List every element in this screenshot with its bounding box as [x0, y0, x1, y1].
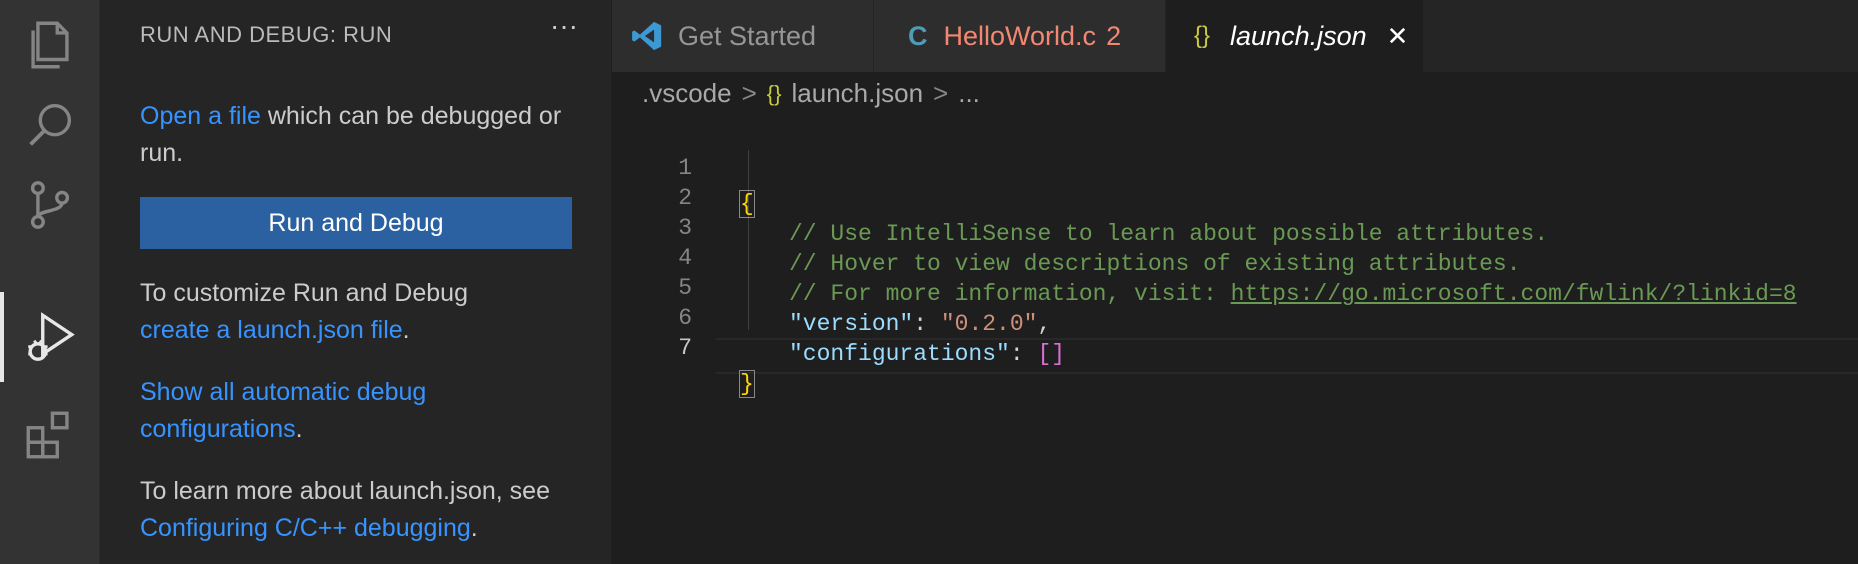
source-control-button[interactable] [0, 160, 100, 250]
run-debug-button[interactable] [0, 292, 100, 382]
close-icon[interactable]: ✕ [1387, 21, 1409, 52]
tab-launch-json[interactable]: {} launch.json ✕ [1166, 0, 1424, 72]
chevron-right-icon: > [933, 78, 949, 108]
show-all-paragraph: Show all automatic debug configurations. [140, 374, 470, 448]
breadcrumb: .vscode > {} launch.json > ... [642, 78, 980, 109]
editor-tab-bar: Get Started C HelloWorld.c 2 {} launch.j… [612, 0, 1858, 72]
sidebar-title: RUN AND DEBUG: RUN [140, 22, 393, 47]
chevron-right-icon: > [741, 78, 757, 108]
show-all-configurations-link[interactable]: Show all automatic debug configurations [140, 378, 426, 443]
run-and-debug-button[interactable]: Run and Debug [140, 197, 572, 249]
line-number: 7 [678, 335, 692, 361]
learn-more-paragraph: To learn more about launch.json, see Con… [140, 473, 580, 547]
period: . [402, 316, 410, 344]
run-debug-icon [28, 312, 75, 361]
breadcrumb-symbol[interactable]: ... [958, 78, 980, 109]
search-button[interactable] [0, 80, 100, 170]
customize-text: To customize Run and Debug [140, 279, 468, 307]
tab-label: HelloWorld.c [943, 20, 1097, 51]
problem-count-badge: 2 [1106, 20, 1122, 51]
source-control-icon [30, 181, 70, 229]
period: . [295, 415, 303, 443]
code-line: 7 } [612, 294, 1858, 398]
learn-more-text: To learn more about launch.json, see [140, 477, 550, 505]
json-icon: {} [766, 80, 782, 106]
activity-bar [0, 0, 100, 564]
customize-paragraph: To customize Run and Debug create a laun… [140, 275, 580, 349]
vscode-logo-icon [632, 21, 662, 51]
colon: : [1009, 341, 1038, 367]
breadcrumb-file[interactable]: launch.json [792, 78, 924, 109]
open-file-paragraph: Open a file which can be debugged or run… [140, 98, 580, 172]
create-launch-json-link[interactable]: create a launch.json file [140, 316, 403, 344]
run-debug-sidebar: RUN AND DEBUG: RUN ··· Open a file which… [100, 0, 612, 564]
tab-get-started[interactable]: Get Started [612, 0, 874, 72]
search-icon [29, 103, 72, 146]
c-file-icon: C [908, 20, 928, 51]
tab-label: launch.json [1230, 20, 1367, 51]
extensions-icon [26, 411, 69, 459]
tab-helloworld-c[interactable]: C HelloWorld.c 2 [874, 0, 1166, 72]
breadcrumb-folder[interactable]: .vscode [642, 78, 732, 109]
tab-label: Get Started [678, 20, 817, 51]
code-editor[interactable]: 1 { 2 // Use IntelliSense to learn about… [612, 114, 1858, 564]
json-array: [] [1037, 341, 1066, 367]
explorer-button[interactable] [0, 0, 100, 90]
explorer-icon [31, 21, 69, 69]
json-key: "configurations" [789, 341, 1010, 367]
extensions-button[interactable] [0, 390, 100, 480]
close-brace: } [739, 370, 755, 398]
open-file-link[interactable]: Open a file [140, 102, 261, 130]
configuring-debugging-link[interactable]: Configuring C/C++ debugging [140, 514, 471, 542]
period: . [470, 514, 478, 542]
json-icon: {} [1194, 22, 1211, 49]
more-actions-button[interactable]: ··· [550, 10, 578, 42]
